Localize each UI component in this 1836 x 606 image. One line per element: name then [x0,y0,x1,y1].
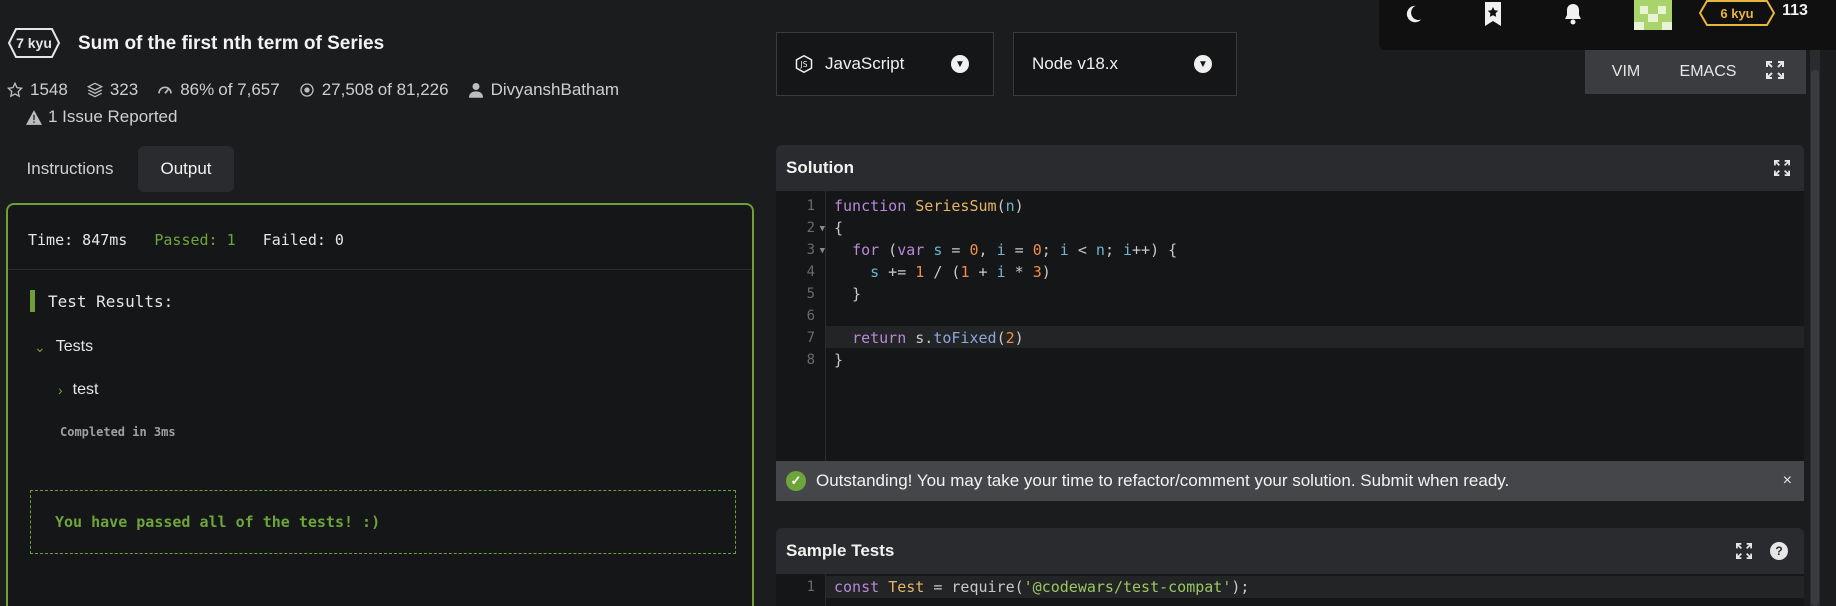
test-group-label: Tests [55,338,94,355]
gauge-icon [156,81,174,99]
line-number: 3 [806,242,815,258]
kata-title: Sum of the first nth term of Series [78,33,385,54]
code-line: } [834,285,862,303]
rank-label: 6 kyu [1720,5,1754,21]
solution-title: Solution [786,158,854,177]
language-select[interactable]: JS JavaScript ▼ [776,32,994,96]
tab-instructions[interactable]: Instructions [8,146,132,192]
code-line: function SeriesSum(n) [834,197,1024,215]
author-stat[interactable]: DivyanshBatham [467,80,620,100]
test-results-label: Test Results: [48,291,174,311]
issues-text: 1 Issue Reported [48,107,178,126]
line-number: 2 [806,220,815,236]
language-icon: JS [795,55,813,73]
chevron-down-icon: ⌄ [34,338,46,355]
completed-value: 27,508 [321,80,374,99]
user-icon [467,81,485,99]
satisfaction-value: 86% [180,80,215,99]
help-icon[interactable]: ? [1770,542,1788,560]
failed-count: Failed: 0 [262,231,344,249]
fullscreen-button[interactable] [1744,50,1806,94]
code-line: s += 1 / (1 + i * 3) [870,263,1051,281]
expand-icon[interactable] [1774,160,1790,176]
sample-tests-editor[interactable]: 1 const Test = require('@codewars/test-c… [776,574,1804,606]
stars-stat[interactable]: 1548 [6,80,68,100]
completed-total: of 81,226 [377,80,449,99]
line-gutter: 1 2 ▼ 3 ▼ 4 5 6 7 8 [776,191,826,461]
test-item-label: test [72,381,99,398]
target-icon [298,81,316,99]
check-circle-icon: ✓ [786,471,806,491]
chevron-down-icon: ▼ [1194,55,1212,73]
satisfaction-stat: 86% of 7,657 [156,80,280,100]
tab-output[interactable]: Output [138,146,234,192]
emacs-mode-button[interactable]: EMACS [1667,63,1749,81]
vim-mode-button[interactable]: VIM [1585,63,1667,81]
solution-header: Solution [776,145,1804,191]
line-number: 6 [806,308,815,324]
passed-count: Passed: 1 [154,231,236,249]
line-number: 1 [806,198,815,214]
run-time: Time: 847ms [28,231,128,249]
chevron-down-icon: ▼ [951,55,969,73]
line-gutter: 1 [776,574,826,606]
layers-icon [86,81,104,99]
kata-stats: 1548 323 86% of 7,657 27,508 of 81,226 D… [6,80,637,100]
run-summary: Time: 847ms Passed: 1 Failed: 0 [28,231,344,249]
line-number: 7 [806,330,815,346]
all-passed-message: You have passed all of the tests! :) [30,490,736,554]
chevron-right-icon: › [58,382,63,398]
svg-text:JS: JS [800,60,808,69]
honor-count[interactable]: 113 [1775,0,1815,22]
moon-icon[interactable] [1396,0,1430,28]
scrollbar-thumb[interactable] [1811,70,1819,606]
kyu-label: 7 kyu [16,35,52,51]
code-line: } [834,351,844,369]
star-icon [6,81,24,99]
close-icon[interactable]: × [1783,472,1792,490]
code-line: const Test = require('@codewars/test-com… [834,578,1250,596]
test-item[interactable]: › test [58,381,98,399]
line-number: 8 [806,352,815,368]
version-select[interactable]: Node v18.x ▼ [1013,32,1237,96]
rank-badge[interactable]: 6 kyu [1699,0,1775,26]
avatar[interactable] [1634,0,1672,30]
stars-count: 1548 [30,80,68,99]
satisfaction-total: of 7,657 [218,80,280,99]
kyu-badge: 7 kyu [8,28,60,58]
warning-icon [26,109,42,125]
expand-icon[interactable] [1736,543,1752,559]
author-name: DivyanshBatham [490,80,620,99]
language-label: JavaScript [825,54,905,73]
output-panel: Time: 847ms Passed: 1 Failed: 0 Test Res… [6,203,754,606]
completed-stat: 27,508 of 81,226 [298,80,449,100]
banner-message: Outstanding! You may take your time to r… [816,471,1510,490]
code-line: for (var s = 0, i = 0; i < n; i++) { [852,241,1178,259]
test-results-heading: Test Results: [30,290,173,312]
fold-arrow-icon[interactable]: ▼ [820,246,825,256]
results-accent-bar [30,290,35,312]
line-number: 1 [806,579,815,595]
collections-stat[interactable]: 323 [86,80,138,100]
divider [8,269,752,270]
code-line: { [834,219,844,237]
line-number: 4 [806,264,815,280]
editor-mode-bar: VIM EMACS [1585,50,1749,94]
sample-tests-title: Sample Tests [786,541,895,560]
completed-in: Completed in 3ms [60,425,176,439]
issues-link[interactable]: 1 Issue Reported [26,107,177,127]
success-banner: ✓ Outstanding! You may take your time to… [776,461,1804,501]
version-label: Node v18.x [1032,54,1118,73]
expand-icon [1766,60,1784,84]
line-number: 5 [806,286,815,302]
sample-tests-header: Sample Tests ? [776,528,1804,574]
code-line: return s.toFixed(2) [852,329,1024,347]
fold-arrow-icon[interactable]: ▼ [820,224,825,234]
bell-icon[interactable] [1556,0,1590,28]
bookmark-star-icon[interactable] [1476,0,1510,28]
solution-editor[interactable]: 1 2 ▼ 3 ▼ 4 5 6 7 8 function SeriesSum(n… [776,191,1804,461]
collections-count: 323 [109,80,139,99]
test-group[interactable]: ⌄ Tests [34,338,93,356]
